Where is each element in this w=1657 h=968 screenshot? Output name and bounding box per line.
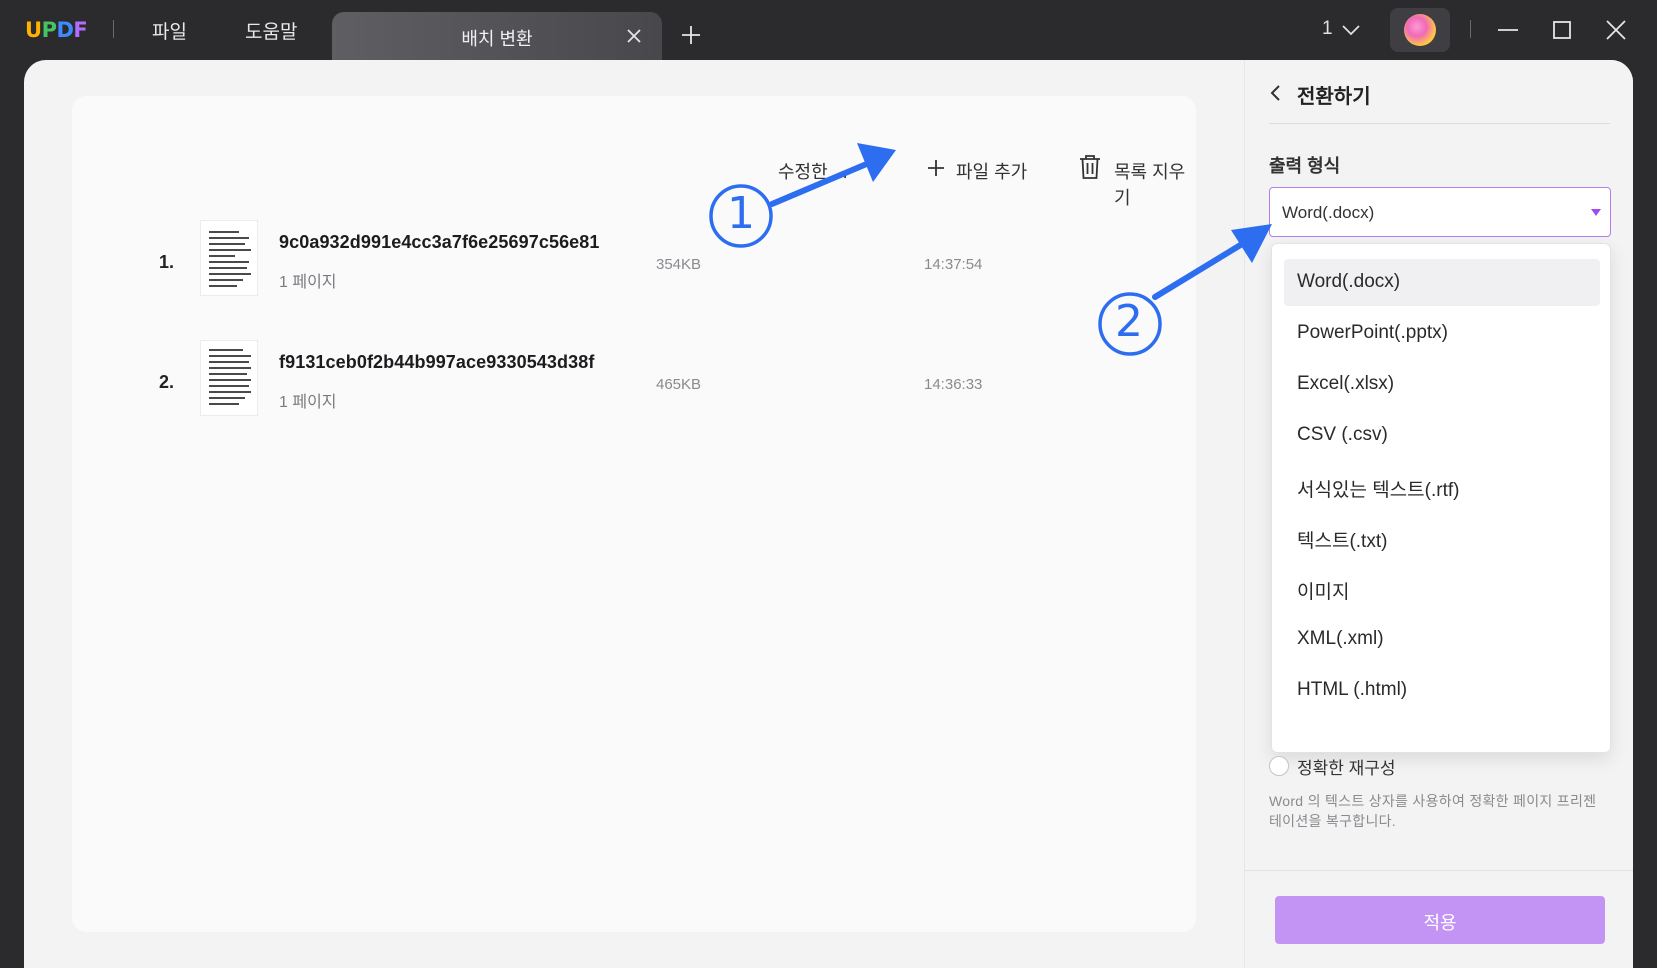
annotation-number-1: 1 <box>727 188 755 239</box>
row-index: 1. <box>159 252 175 272</box>
format-option-powerpoint[interactable]: PowerPoint(.pptx) <box>1284 310 1600 357</box>
close-window-icon[interactable] <box>1604 18 1628 42</box>
plus-icon[interactable] <box>926 158 946 178</box>
format-dropdown-menu: Word(.docx) PowerPoint(.pptx) Excel(.xls… <box>1271 243 1611 753</box>
format-option-xml[interactable]: XML(.xml) <box>1284 616 1600 663</box>
convert-panel: 전환하기 출력 형식 Word(.docx) Word(.docx) Power… <box>1244 60 1633 968</box>
updf-logo: UPDF <box>25 18 88 42</box>
tab-batch-convert[interactable]: 배치 변환 <box>332 12 662 60</box>
format-option-txt[interactable]: 텍스트(.txt) <box>1284 514 1600 561</box>
file-size: 354KB <box>656 256 702 273</box>
file-name: f9131ceb0f2b44b997ace9330543d38f <box>279 352 595 372</box>
format-option-html[interactable]: HTML (.html) <box>1284 667 1600 714</box>
clear-list-button[interactable]: 목록 지우기 <box>1114 158 1196 210</box>
format-option-excel[interactable]: Excel(.xlsx) <box>1284 361 1600 408</box>
format-option-word[interactable]: Word(.docx) <box>1284 259 1600 306</box>
apply-button[interactable]: 적용 <box>1275 896 1605 944</box>
main-window: 수정한 ... 파일 추가 목록 지우기 1. 9c0a932d991e4cc3… <box>24 60 1633 968</box>
close-tab-icon[interactable] <box>624 26 644 46</box>
radio-label: 정확한 재구성 <box>1297 759 1396 778</box>
trash-icon[interactable] <box>1078 154 1102 180</box>
chevron-down-icon[interactable] <box>1340 20 1362 40</box>
file-time: 14:36:33 <box>924 376 983 393</box>
divider <box>1269 123 1610 124</box>
add-tab-icon[interactable] <box>680 24 702 46</box>
title-bar: UPDF 파일 도움말 배치 변환 1 <box>0 0 1657 60</box>
window-count[interactable]: 1 <box>1322 18 1333 40</box>
panel-title: 전환하기 <box>1297 86 1371 108</box>
apply-button-label: 적용 <box>1423 913 1457 933</box>
file-row[interactable]: 1. 9c0a932d991e4cc3a7f6e25697c56e81 1 페이… <box>72 220 1196 310</box>
format-option-image[interactable]: 이미지 <box>1284 565 1600 612</box>
file-list-panel: 수정한 ... 파일 추가 목록 지우기 1. 9c0a932d991e4cc3… <box>72 96 1196 932</box>
add-file-button[interactable]: 파일 추가 <box>956 158 1027 184</box>
file-row[interactable]: 2. f9131ceb0f2b44b997ace9330543d38f 1 페이… <box>72 340 1196 430</box>
caret-down-icon[interactable] <box>868 166 880 176</box>
format-option-rtf[interactable]: 서식있는 텍스트(.rtf) <box>1284 463 1600 510</box>
file-pages: 1 페이지 <box>279 394 337 411</box>
caret-down-icon <box>1591 209 1601 216</box>
avatar <box>1404 14 1436 46</box>
minimize-icon[interactable] <box>1496 18 1520 42</box>
format-option-csv[interactable]: CSV (.csv) <box>1284 412 1600 459</box>
title-separator <box>1470 20 1471 38</box>
divider <box>1245 870 1633 871</box>
exact-reconstruction-radio[interactable] <box>1269 756 1289 776</box>
file-name: 9c0a932d991e4cc3a7f6e25697c56e81 <box>279 232 600 252</box>
maximize-icon[interactable] <box>1550 18 1574 42</box>
back-arrow-icon[interactable] <box>1269 84 1283 102</box>
radio-description: Word 의 텍스트 상자를 사용하여 정확한 페이지 프리젠테이션을 복구합니… <box>1269 793 1597 829</box>
file-size: 465KB <box>656 376 702 393</box>
row-index: 2. <box>159 372 175 392</box>
menu-help[interactable]: 도움말 <box>245 17 297 44</box>
tab-label: 배치 변환 <box>461 29 533 49</box>
file-thumbnail <box>200 220 258 296</box>
annotation-number-2: 2 <box>1115 296 1143 347</box>
title-separator <box>113 20 114 38</box>
file-thumbnail <box>200 340 258 416</box>
selected-format: Word(.docx) <box>1282 203 1375 222</box>
avatar-button[interactable] <box>1390 8 1450 52</box>
output-format-label: 출력 형식 <box>1269 156 1341 176</box>
sort-dropdown[interactable]: 수정한 ... <box>778 158 848 184</box>
output-format-select[interactable]: Word(.docx) <box>1269 187 1611 237</box>
file-time: 14:37:54 <box>924 256 983 273</box>
file-pages: 1 페이지 <box>279 274 337 291</box>
menu-file[interactable]: 파일 <box>152 17 187 44</box>
